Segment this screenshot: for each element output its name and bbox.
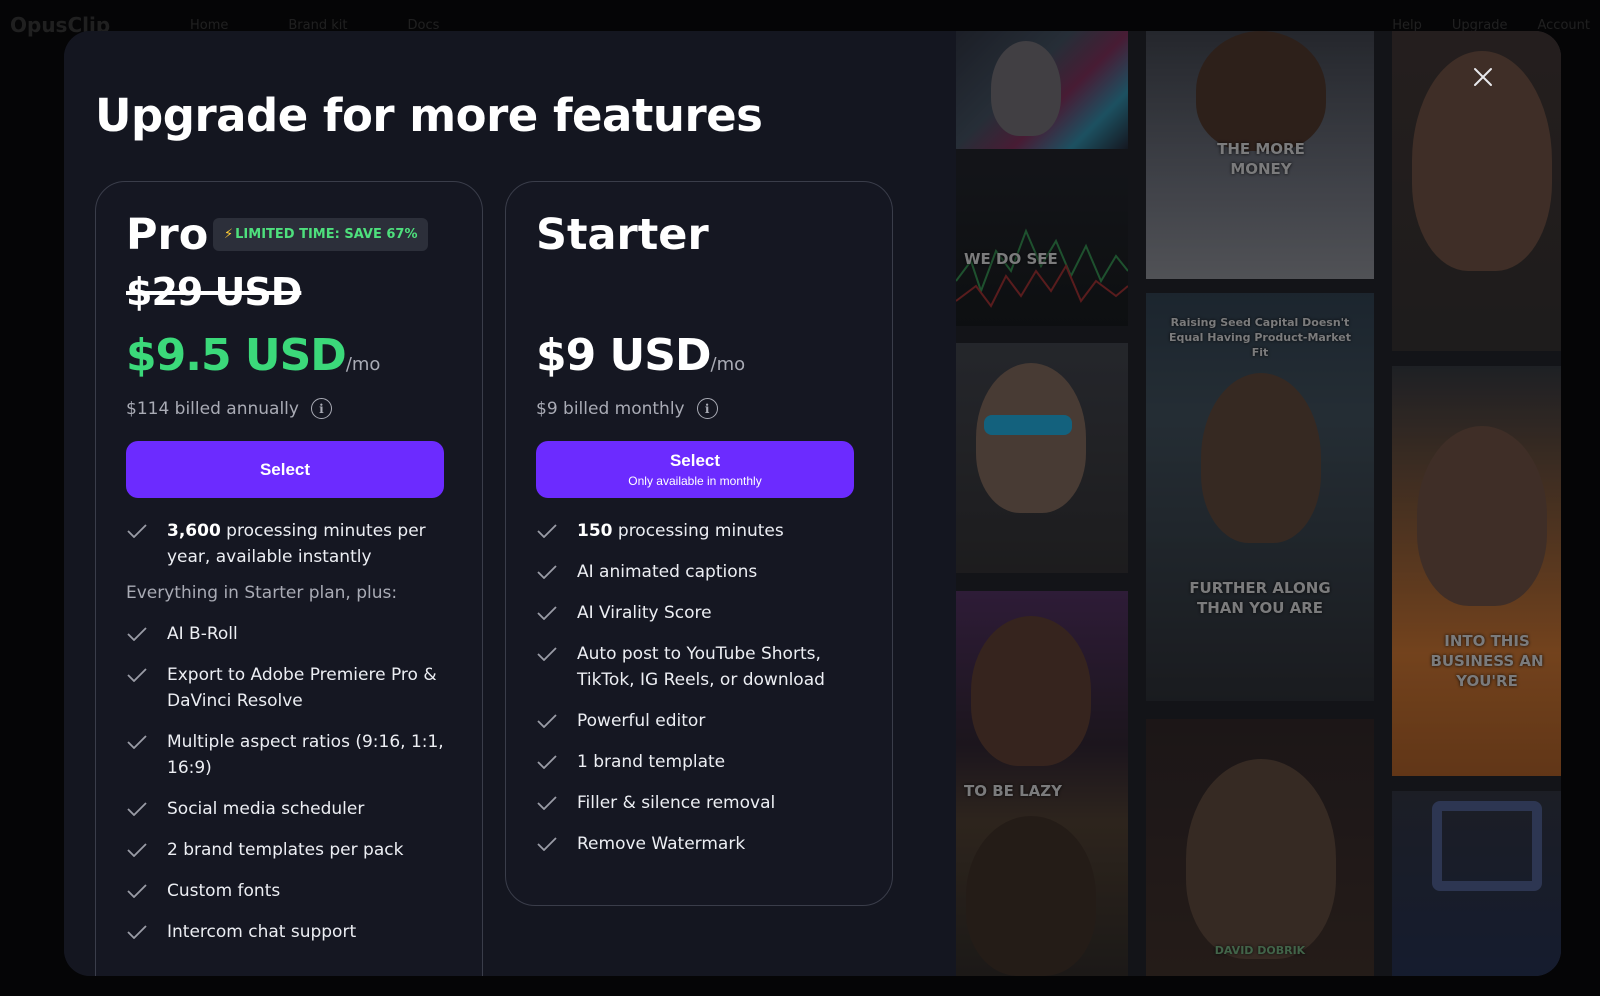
price-value: $9.5 USD <box>126 330 347 381</box>
feature-text: Remove Watermark <box>577 834 746 854</box>
close-icon <box>1474 68 1492 86</box>
pricing-pane: Upgrade for more features Pro ⚡ LIMITED … <box>64 31 956 976</box>
feature-list: 150 processing minutes AI animated capti… <box>536 518 866 872</box>
feature-item: AI B-Roll <box>126 621 456 647</box>
feature-text: Export to Adobe Premiere Pro & DaVinci R… <box>167 665 437 711</box>
feature-item: Export to Adobe Premiere Pro & DaVinci R… <box>126 662 456 714</box>
feature-list: 3,600 processing minutes per year, avail… <box>126 518 456 960</box>
feature-item: 1 brand template <box>536 749 866 775</box>
check-icon <box>126 878 148 904</box>
price-period: /mo <box>345 354 381 375</box>
feature-item: 3,600 processing minutes per year, avail… <box>126 518 456 570</box>
dim-overlay <box>956 31 1561 976</box>
feature-text: 3,600 processing minutes per year, avail… <box>167 521 426 567</box>
feature-text: Filler & silence removal <box>577 793 776 813</box>
feature-item: Intercom chat support <box>126 919 456 945</box>
plan-name: Pro <box>126 210 209 260</box>
feature-item: 2 brand templates per pack <box>126 837 456 863</box>
check-icon <box>536 518 558 544</box>
check-icon <box>126 518 148 544</box>
feature-text: Powerful editor <box>577 711 706 731</box>
feature-text: AI Virality Score <box>577 603 712 623</box>
billing-text: $9 billed monthly <box>536 398 685 419</box>
billing-info: $114 billed annually i <box>126 398 332 419</box>
check-icon <box>536 641 558 667</box>
promo-badge-label: LIMITED TIME: SAVE 67% <box>235 227 418 242</box>
promo-badge: ⚡ LIMITED TIME: SAVE 67% <box>213 218 429 251</box>
plan-price: $9.5 USD/mo <box>126 330 380 381</box>
select-button-label: Select <box>259 459 311 479</box>
feature-item: AI Virality Score <box>536 600 866 626</box>
check-icon <box>536 559 558 585</box>
check-icon <box>126 919 148 945</box>
feature-item: 150 processing minutes <box>536 518 866 544</box>
feature-text: Auto post to YouTube Shorts, TikTok, IG … <box>577 644 825 690</box>
close-button[interactable] <box>1467 61 1499 93</box>
section-note: Everything in Starter plan, plus: <box>126 583 398 603</box>
check-icon <box>126 729 148 755</box>
check-icon <box>126 621 148 647</box>
check-icon <box>126 837 148 863</box>
plan-name: Starter <box>536 210 709 260</box>
lightning-icon: ⚡ <box>224 227 234 242</box>
plan-price: $9 USD/mo <box>536 330 745 381</box>
billing-info: $9 billed monthly i <box>536 398 718 419</box>
select-button-label: Select <box>669 451 721 470</box>
check-icon <box>126 662 148 688</box>
feature-text: Multiple aspect ratios (9:16, 1:1, 16:9) <box>167 732 444 778</box>
video-thumbnail-collage: WE DO SEE TO BE LAZY THE MORE MONEY Rais… <box>956 31 1561 976</box>
feature-text: Custom fonts <box>167 881 281 901</box>
modal-title: Upgrade for more features <box>95 89 763 142</box>
info-icon[interactable]: i <box>696 398 718 419</box>
price-value: $9 USD <box>536 330 711 381</box>
feature-item: Filler & silence removal <box>536 790 866 816</box>
feature-item: Remove Watermark <box>536 831 866 857</box>
feature-item: Social media scheduler <box>126 796 456 822</box>
info-icon[interactable]: i <box>310 398 332 419</box>
feature-text: AI animated captions <box>577 562 758 582</box>
upgrade-modal: Upgrade for more features Pro ⚡ LIMITED … <box>64 31 1561 976</box>
check-icon <box>536 749 558 775</box>
check-icon <box>126 796 148 822</box>
feature-text: 150 processing minutes <box>577 521 784 541</box>
plan-card-pro: Pro ⚡ LIMITED TIME: SAVE 67% $29 USD $9.… <box>95 181 483 976</box>
feature-item: Multiple aspect ratios (9:16, 1:1, 16:9) <box>126 729 456 781</box>
feature-text: 1 brand template <box>577 752 726 772</box>
price-period: /mo <box>710 354 746 375</box>
feature-item: AI animated captions <box>536 559 866 585</box>
select-starter-button[interactable]: Select Only available in monthly <box>536 441 854 498</box>
plan-card-starter: Starter $9 USD/mo $9 billed monthly i Se… <box>505 181 893 906</box>
check-icon <box>536 600 558 626</box>
original-price: $29 USD <box>126 270 302 314</box>
feature-text: Intercom chat support <box>167 922 357 942</box>
check-icon <box>536 831 558 857</box>
feature-item: Auto post to YouTube Shorts, TikTok, IG … <box>536 641 866 693</box>
select-pro-button[interactable]: Select <box>126 441 444 498</box>
check-icon <box>536 790 558 816</box>
feature-item: Custom fonts <box>126 878 456 904</box>
feature-text: AI B-Roll <box>167 624 238 644</box>
feature-text: Social media scheduler <box>167 799 365 819</box>
select-button-sublabel: Only available in monthly <box>628 474 762 488</box>
feature-item: Powerful editor <box>536 708 866 734</box>
billing-text: $114 billed annually <box>126 398 299 419</box>
check-icon <box>536 708 558 734</box>
feature-text: 2 brand templates per pack <box>167 840 404 860</box>
